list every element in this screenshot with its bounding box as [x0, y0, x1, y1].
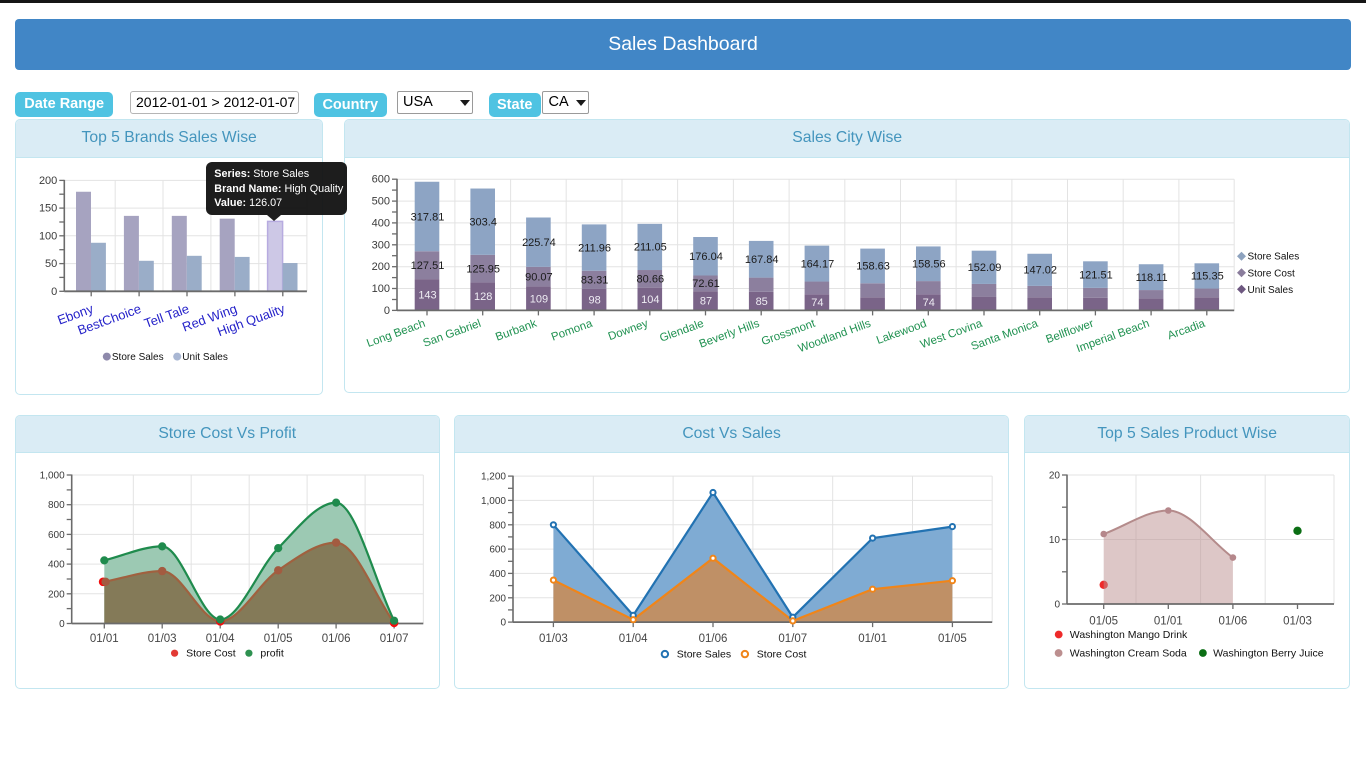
svg-text:600: 600 — [48, 530, 65, 541]
svg-text:01/06: 01/06 — [1219, 616, 1248, 628]
svg-text:0: 0 — [500, 618, 506, 629]
svg-text:0: 0 — [59, 619, 65, 630]
svg-text:211.05: 211.05 — [634, 242, 667, 254]
svg-text:85: 85 — [756, 296, 768, 308]
svg-text:10: 10 — [1049, 535, 1061, 546]
svg-text:164.17: 164.17 — [801, 258, 835, 270]
svg-text:01/07: 01/07 — [778, 633, 807, 645]
svg-text:Unit Sales: Unit Sales — [1248, 285, 1294, 296]
svg-text:0: 0 — [51, 286, 57, 298]
svg-text:400: 400 — [48, 560, 65, 571]
svg-text:01/03: 01/03 — [539, 633, 568, 645]
svg-text:01/04: 01/04 — [206, 633, 235, 645]
svg-text:176.04: 176.04 — [689, 251, 723, 263]
svg-text:104: 104 — [641, 294, 659, 306]
svg-text:01/03: 01/03 — [148, 633, 177, 645]
svg-text:San Gabriel: San Gabriel — [422, 318, 483, 350]
svg-text:0: 0 — [1054, 600, 1060, 611]
svg-text:158.63: 158.63 — [856, 261, 890, 273]
svg-text:Store Sales: Store Sales — [677, 649, 731, 661]
svg-text:87: 87 — [700, 296, 712, 308]
svg-text:Beverly Hills: Beverly Hills — [698, 318, 762, 351]
svg-text:800: 800 — [48, 500, 65, 511]
svg-text:152.09: 152.09 — [968, 262, 1002, 274]
svg-text:01/05: 01/05 — [938, 633, 967, 645]
svg-text:143: 143 — [418, 290, 436, 302]
svg-text:125.95: 125.95 — [466, 263, 500, 275]
svg-text:1,200: 1,200 — [481, 472, 506, 483]
svg-text:500: 500 — [372, 196, 390, 208]
svg-text:01/05: 01/05 — [1089, 616, 1118, 628]
svg-text:0: 0 — [384, 305, 390, 317]
svg-text:225.74: 225.74 — [522, 237, 556, 249]
svg-text:147.02: 147.02 — [1023, 265, 1057, 277]
svg-text:Store Cost: Store Cost — [1248, 268, 1295, 279]
svg-text:Store Sales: Store Sales — [112, 352, 164, 363]
svg-text:Unit Sales: Unit Sales — [182, 352, 228, 363]
svg-text:Store Cost: Store Cost — [186, 648, 236, 660]
svg-text:127.51: 127.51 — [411, 260, 445, 272]
svg-text:Washington Berry Juice: Washington Berry Juice — [1213, 648, 1324, 660]
svg-text:01/01: 01/01 — [1154, 616, 1183, 628]
svg-text:211.96: 211.96 — [578, 242, 611, 254]
svg-text:98: 98 — [588, 295, 600, 307]
svg-text:Pomona: Pomona — [550, 318, 595, 344]
svg-text:200: 200 — [39, 175, 57, 187]
svg-text:200: 200 — [489, 593, 506, 604]
svg-text:50: 50 — [45, 258, 57, 270]
svg-text:167.84: 167.84 — [745, 254, 779, 266]
svg-text:118.11: 118.11 — [1136, 272, 1168, 284]
svg-text:158.56: 158.56 — [912, 259, 946, 271]
svg-text:400: 400 — [489, 569, 506, 580]
svg-text:Downey: Downey — [607, 318, 650, 344]
svg-text:121.51: 121.51 — [1079, 269, 1113, 281]
svg-text:115.35: 115.35 — [1191, 271, 1224, 283]
svg-text:600: 600 — [372, 174, 390, 186]
svg-text:Arcadia: Arcadia — [1166, 318, 1207, 343]
svg-text:Washington Mango Drink: Washington Mango Drink — [1070, 629, 1188, 641]
svg-text:01/06: 01/06 — [322, 633, 351, 645]
svg-text:128: 128 — [474, 291, 492, 303]
svg-text:01/01: 01/01 — [90, 633, 119, 645]
svg-text:74: 74 — [811, 297, 823, 309]
svg-text:Store Sales: Store Sales — [1248, 252, 1300, 263]
svg-text:150: 150 — [39, 203, 57, 215]
svg-text:01/05: 01/05 — [264, 633, 293, 645]
svg-text:83.31: 83.31 — [581, 275, 609, 287]
svg-text:317.81: 317.81 — [411, 211, 445, 223]
svg-text:01/04: 01/04 — [619, 633, 648, 645]
svg-text:Store Cost: Store Cost — [757, 649, 807, 661]
svg-text:303.4: 303.4 — [469, 217, 497, 229]
svg-text:1,000: 1,000 — [40, 471, 65, 482]
svg-text:74: 74 — [923, 297, 935, 309]
svg-text:200: 200 — [48, 589, 65, 600]
svg-text:Washington Cream Soda: Washington Cream Soda — [1070, 648, 1187, 660]
svg-text:20: 20 — [1049, 471, 1061, 482]
svg-text:01/06: 01/06 — [699, 633, 728, 645]
svg-text:Burbank: Burbank — [494, 318, 539, 344]
svg-text:400: 400 — [372, 217, 390, 229]
svg-text:01/01: 01/01 — [858, 633, 887, 645]
svg-text:Long Beach: Long Beach — [365, 318, 427, 350]
svg-text:profit: profit — [260, 648, 283, 660]
svg-text:01/03: 01/03 — [1283, 616, 1312, 628]
svg-text:600: 600 — [489, 545, 506, 556]
svg-text:800: 800 — [489, 520, 506, 531]
svg-text:1,000: 1,000 — [481, 496, 506, 507]
svg-text:200: 200 — [372, 261, 390, 273]
svg-text:01/07: 01/07 — [380, 633, 409, 645]
svg-text:300: 300 — [372, 239, 390, 251]
svg-text:72.61: 72.61 — [692, 278, 720, 290]
svg-text:109: 109 — [530, 293, 548, 305]
svg-text:80.66: 80.66 — [637, 274, 665, 286]
svg-text:100: 100 — [39, 230, 57, 242]
svg-text:100: 100 — [372, 283, 390, 295]
svg-text:90.07: 90.07 — [525, 272, 553, 284]
